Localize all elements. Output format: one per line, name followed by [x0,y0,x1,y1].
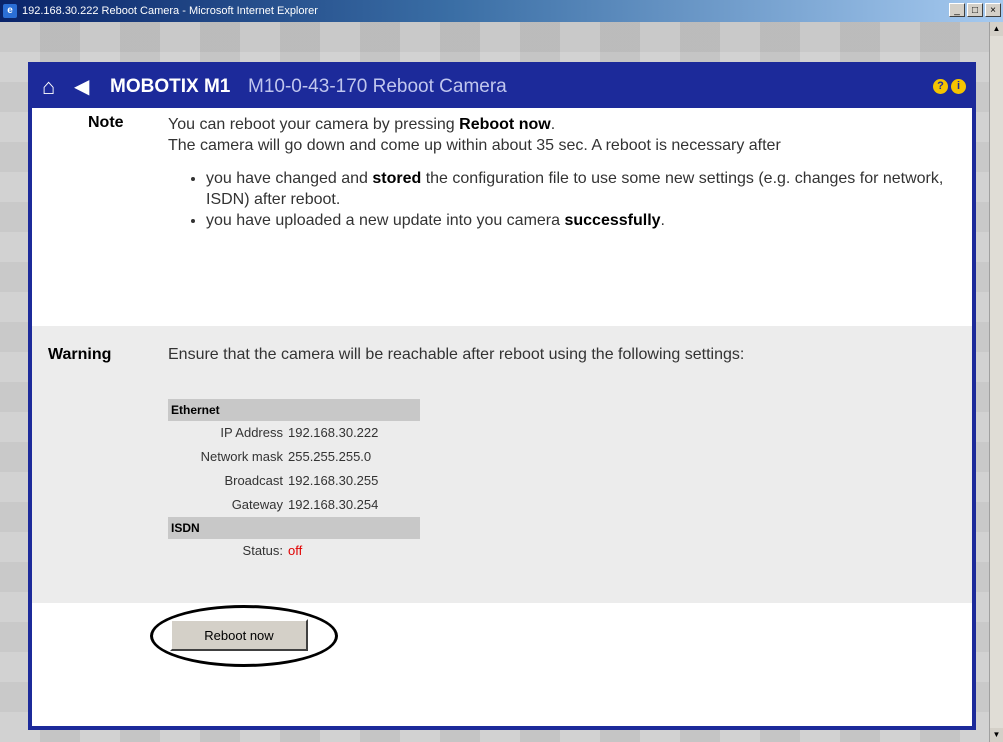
network-settings-table: Ethernet IP Address 192.168.30.222 Netwo… [168,399,420,563]
reboot-now-button[interactable]: Reboot now [170,619,308,651]
page-title: M10-0-43-170 Reboot Camera [248,76,507,97]
isdn-status-value: off [288,543,303,558]
back-arrow-icon[interactable]: ◀ [74,66,89,108]
ethernet-header: Ethernet [168,399,420,421]
minimize-button[interactable]: _ [949,3,965,17]
table-row: Network mask 255.255.255.0 [200,449,372,464]
list-item: you have uploaded a new update into you … [206,210,958,231]
table-row: IP Address 192.168.30.222 [220,425,379,440]
info-icon[interactable]: i [951,79,966,94]
scroll-down-arrow-icon[interactable]: ▼ [990,728,1003,742]
table-row: Gateway 192.168.30.254 [231,497,379,512]
warning-text: Ensure that the camera will be reachable… [168,346,745,363]
note-bullet-list: you have changed and stored the configur… [168,168,958,231]
note-section: Note You can reboot your camera by press… [32,108,972,326]
window-controls: _ □ × [949,3,1001,17]
table-row: Broadcast 192.168.30.255 [224,473,379,488]
maximize-button[interactable]: □ [967,3,983,17]
home-icon[interactable]: ⌂ [42,66,55,108]
header-icons: ? i [933,79,966,94]
window-title-bar[interactable]: e 192.168.30.222 Reboot Camera - Microso… [0,0,1003,22]
warning-label: Warning [48,346,112,363]
panel-header: ⌂ ◀ MOBOTIX M1 M10-0-43-170 Reboot Camer… [32,66,972,108]
note-line-1: You can reboot your camera by pressing R… [168,116,556,133]
isdn-header: ISDN [168,517,420,539]
brand-name: MOBOTIX M1 [110,76,231,97]
window-title: 192.168.30.222 Reboot Camera - Microsoft… [22,5,318,17]
note-text: You can reboot your camera by pressing R… [168,114,958,231]
ie-icon: e [3,4,17,18]
action-section: Reboot now [32,603,972,682]
note-line-2: The camera will go down and come up with… [168,137,781,154]
reboot-now-emphasis: Reboot now [459,116,551,133]
help-icon[interactable]: ? [933,79,948,94]
warning-section: Warning Ensure that the camera will be r… [32,326,972,603]
vertical-scrollbar[interactable]: ▲ ▼ [989,22,1003,742]
reboot-panel: ⌂ ◀ MOBOTIX M1 M10-0-43-170 Reboot Camer… [28,62,976,730]
note-label: Note [88,114,124,131]
table-row: Status: off [168,539,420,563]
list-item: you have changed and stored the configur… [206,168,958,210]
close-button[interactable]: × [985,3,1001,17]
scroll-up-arrow-icon[interactable]: ▲ [990,22,1003,36]
